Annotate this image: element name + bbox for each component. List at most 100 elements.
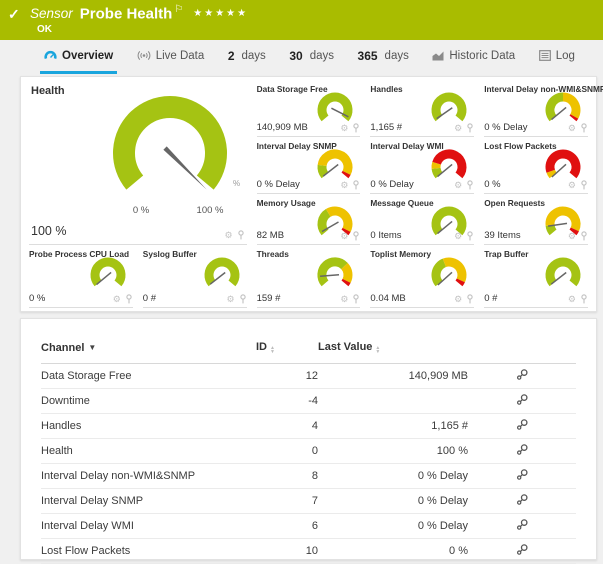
channel-name[interactable]: Lost Flow Packets [41, 538, 256, 563]
table-row[interactable]: Interval Delay WMI60 % Delay [41, 513, 576, 538]
pin-icon[interactable] [466, 180, 474, 190]
channel-settings-cell[interactable] [468, 538, 576, 563]
channel-settings-icon[interactable] [516, 493, 529, 506]
gauge-value: 0 % Delay [257, 179, 300, 190]
gauge-cell-message-queue[interactable]: Message Queue0 Items⚙ [370, 197, 474, 245]
gauge-cell-trap-buffer[interactable]: Trap Buffer0 #⚙ [484, 248, 588, 308]
channel-last-value [318, 388, 468, 413]
channel-name[interactable]: Health [41, 438, 256, 463]
gauge-settings-gear-icon[interactable]: ⚙ [340, 232, 348, 241]
channel-settings-cell[interactable] [468, 363, 576, 388]
gauge-settings-gear-icon[interactable]: ⚙ [113, 295, 121, 304]
gauge-cell-syslog-buffer[interactable]: Syslog Buffer0 #⚙ [143, 248, 247, 308]
gauge-cell-lost-flow-packets[interactable]: Lost Flow Packets0 %⚙ [484, 140, 588, 194]
pin-icon[interactable] [125, 294, 133, 304]
gauge-label: Handles [370, 84, 402, 94]
gauge-dial [540, 255, 586, 295]
channel-name[interactable]: Interval Delay WMI [41, 513, 256, 538]
pin-icon[interactable] [466, 123, 474, 133]
tab-days-365[interactable]: 365days [354, 40, 413, 74]
gauge-value: 0.04 MB [370, 293, 405, 304]
gauge-settings-gear-icon[interactable]: ⚙ [454, 181, 462, 190]
gauge-dial [199, 255, 245, 295]
pin-icon[interactable] [580, 123, 588, 133]
gauge-settings-gear-icon[interactable]: ⚙ [454, 124, 462, 133]
gauge-settings-gear-icon[interactable]: ⚙ [340, 124, 348, 133]
channel-settings-icon[interactable] [516, 468, 529, 481]
gauge-cell-memory-usage[interactable]: Memory Usage82 MB⚙ [257, 197, 361, 245]
channel-settings-cell[interactable] [468, 463, 576, 488]
flag-icon[interactable]: ⚐ [174, 4, 183, 15]
pin-icon[interactable] [237, 230, 245, 240]
table-row[interactable]: Lost Flow Packets100 % [41, 538, 576, 563]
gauge-cell-handles[interactable]: Handles1,165 #⚙ [370, 83, 474, 137]
gauge-settings-gear-icon[interactable]: ⚙ [568, 295, 576, 304]
channel-table-panel: Channel▼ ID▲▼ Last Value▲▼ Data Storage … [20, 318, 597, 560]
gauge-settings-gear-icon[interactable]: ⚙ [568, 232, 576, 241]
table-row[interactable]: Downtime-4 [41, 388, 576, 413]
pin-icon[interactable] [239, 294, 247, 304]
sort-toggle-icon: ▲▼ [375, 346, 380, 354]
pin-icon[interactable] [580, 294, 588, 304]
pin-icon[interactable] [580, 231, 588, 241]
channel-name[interactable]: Data Storage Free [41, 363, 256, 388]
gauge-cell-interval-delay-wmi[interactable]: Interval Delay WMI0 % Delay⚙ [370, 140, 474, 194]
column-header-last-value[interactable]: Last Value▲▼ [318, 333, 468, 363]
pin-icon[interactable] [352, 294, 360, 304]
channel-settings-icon[interactable] [516, 518, 529, 531]
pin-icon[interactable] [466, 231, 474, 241]
channel-settings-icon[interactable] [516, 543, 529, 556]
channel-settings-icon[interactable] [516, 443, 529, 456]
column-header-id[interactable]: ID▲▼ [256, 333, 318, 363]
gauge-settings-gear-icon[interactable]: ⚙ [568, 124, 576, 133]
gauge-settings-gear-icon[interactable]: ⚙ [340, 181, 348, 190]
gauge-cell-threads[interactable]: Threads159 #⚙ [257, 248, 361, 308]
table-row[interactable]: Handles41,165 # [41, 413, 576, 438]
gauge-settings-gear-icon[interactable]: ⚙ [225, 231, 233, 240]
tab-log[interactable]: Log [535, 40, 579, 74]
channel-settings-icon[interactable] [516, 368, 529, 381]
channel-settings-cell[interactable] [468, 388, 576, 413]
tab-days-30[interactable]: 30days [285, 40, 338, 74]
table-row[interactable]: Interval Delay non-WMI&SNMP80 % Delay [41, 463, 576, 488]
tab-overview[interactable]: Overview [40, 40, 117, 74]
sort-desc-icon: ▼ [88, 343, 96, 352]
tab-historic-data[interactable]: Historic Data [428, 40, 519, 74]
gauge-value: 0 % Delay [370, 179, 413, 190]
tab-live-data[interactable]: Live Data [133, 40, 209, 74]
gauge-cell-toplist-memory[interactable]: Toplist Memory0.04 MB⚙ [370, 248, 474, 308]
channel-name[interactable]: Downtime [41, 388, 256, 413]
channel-name[interactable]: Interval Delay non-WMI&SNMP [41, 463, 256, 488]
channel-settings-icon[interactable] [516, 418, 529, 431]
pin-icon[interactable] [580, 180, 588, 190]
gauge-settings-gear-icon[interactable]: ⚙ [568, 181, 576, 190]
channel-name[interactable]: Interval Delay SNMP [41, 488, 256, 513]
channel-settings-icon[interactable] [516, 393, 529, 406]
pin-icon[interactable] [466, 294, 474, 304]
channel-settings-cell[interactable] [468, 413, 576, 438]
channel-settings-cell[interactable] [468, 438, 576, 463]
gauge-settings-gear-icon[interactable]: ⚙ [454, 232, 462, 241]
gauge-settings-gear-icon[interactable]: ⚙ [340, 295, 348, 304]
gauge-cell-open-requests[interactable]: Open Requests39 Items⚙ [484, 197, 588, 245]
gauge-settings-gear-icon[interactable]: ⚙ [227, 295, 235, 304]
channel-name[interactable]: Handles [41, 413, 256, 438]
channel-settings-cell[interactable] [468, 513, 576, 538]
gauge-cell-data-storage-free[interactable]: Data Storage Free140,909 MB⚙ [257, 83, 361, 137]
channel-settings-cell[interactable] [468, 488, 576, 513]
pin-icon[interactable] [352, 123, 360, 133]
table-row[interactable]: Health0100 % [41, 438, 576, 463]
channel-id: -4 [256, 388, 318, 413]
pin-icon[interactable] [352, 180, 360, 190]
table-row[interactable]: Data Storage Free12140,909 MB [41, 363, 576, 388]
gauge-settings-gear-icon[interactable]: ⚙ [454, 295, 462, 304]
column-header-channel[interactable]: Channel▼ [41, 333, 256, 363]
gauge-cell-probe-process-cpu-load[interactable]: Probe Process CPU Load0 %⚙ [29, 248, 133, 308]
priority-stars[interactable]: ★★★★★ [193, 8, 248, 19]
tab-days-2[interactable]: 2days [224, 40, 270, 74]
pin-icon[interactable] [352, 231, 360, 241]
health-gauge-cell[interactable]: Health 0 % 100 % % 100 % ⚙ [29, 83, 247, 245]
gauge-cell-interval-delay-non-wmi-snmp[interactable]: Interval Delay non-WMI&SNMP0 % Delay⚙ [484, 83, 588, 137]
table-row[interactable]: Interval Delay SNMP70 % Delay [41, 488, 576, 513]
gauge-cell-interval-delay-snmp[interactable]: Interval Delay SNMP0 % Delay⚙ [257, 140, 361, 194]
